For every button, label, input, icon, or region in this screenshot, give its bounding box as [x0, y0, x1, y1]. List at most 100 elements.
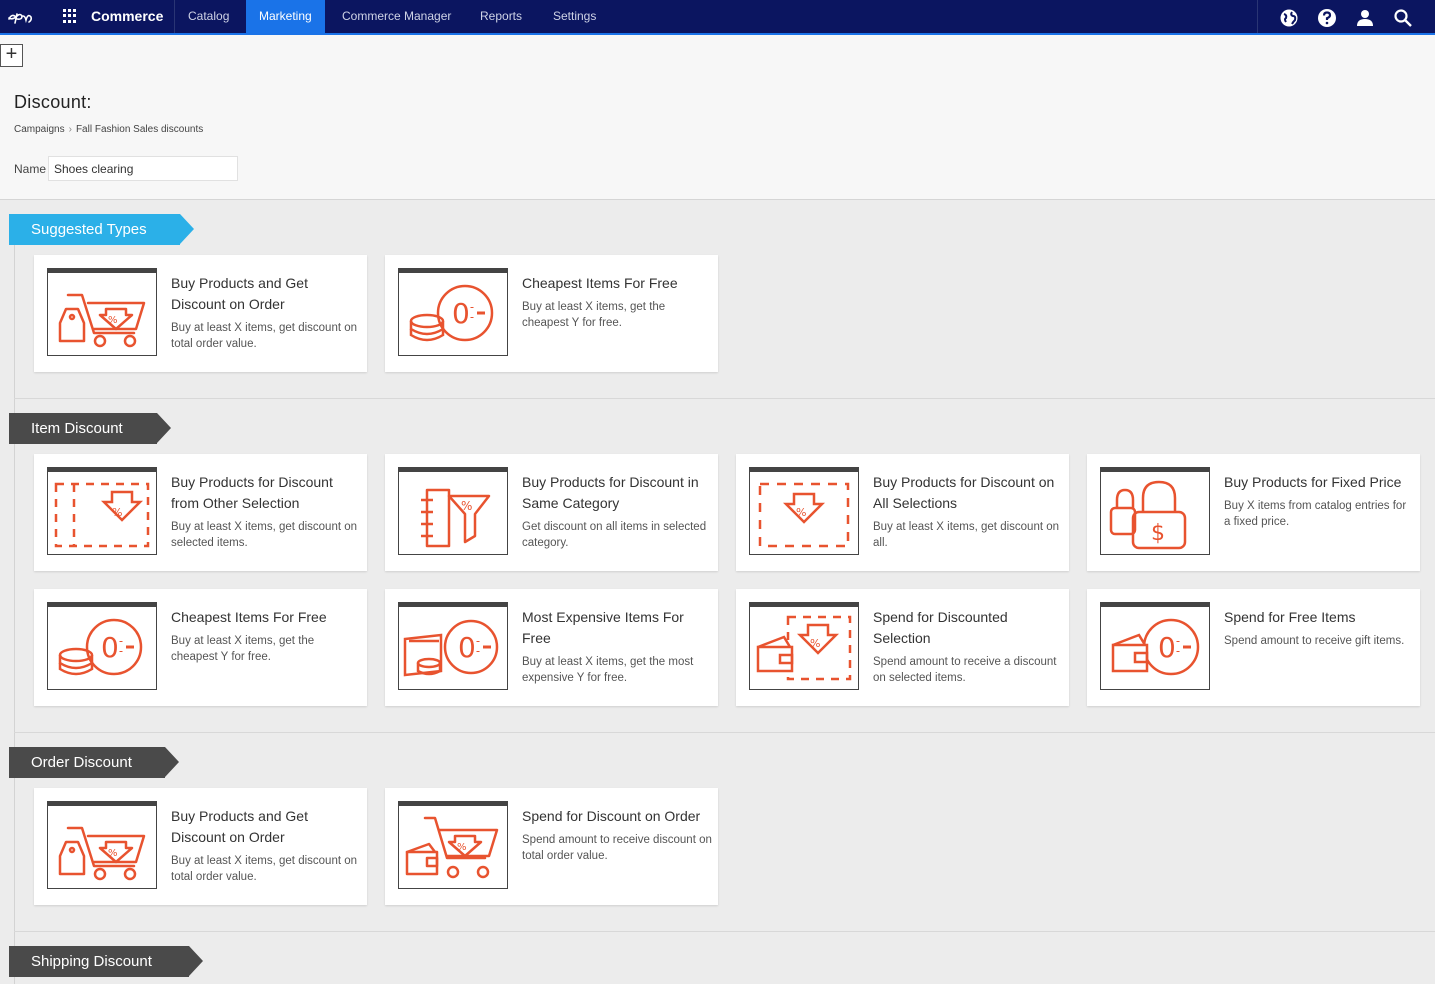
- card-thumbnail: %: [398, 467, 508, 555]
- svg-text:%: %: [796, 506, 806, 519]
- svg-text:%: %: [108, 315, 118, 326]
- add-button[interactable]: +: [0, 44, 23, 67]
- card-description: Buy at least X items, get discount on to…: [171, 322, 358, 350]
- nav-item-reports[interactable]: Reports: [467, 0, 535, 33]
- discount-type-card[interactable]: % Buy Products for Discount from Other S…: [34, 454, 367, 571]
- wallet-cart-icon: %: [405, 816, 499, 879]
- card-thumbnail: %: [398, 801, 508, 889]
- card-description: Buy at least X items, get the most expen…: [522, 656, 694, 684]
- svg-text:%: %: [457, 842, 467, 853]
- nav-item-commerce-manager[interactable]: Commerce Manager: [329, 0, 464, 33]
- card-title: Cheapest Items For Free: [171, 609, 327, 625]
- section-divider: [14, 398, 1435, 399]
- top-navigation-bar: Commerce Catalog Marketing Commerce Mana…: [0, 0, 1435, 35]
- card-thumbnail: %: [749, 467, 859, 555]
- card-title: Spend for Discount on Order: [522, 808, 701, 824]
- discount-type-card[interactable]: % Buy Products for Discount in Same Cate…: [385, 454, 718, 571]
- card-description: Spend amount to receive discount on tota…: [522, 834, 712, 862]
- card-description: Get discount on all items in selected ca…: [522, 521, 707, 549]
- nav-item-settings[interactable]: Settings: [540, 0, 609, 33]
- discount-type-card[interactable]: 0 Spend for Free Items Spend amount to r…: [1087, 589, 1420, 706]
- nav-item-catalog[interactable]: Catalog: [175, 0, 242, 33]
- svg-text:%: %: [810, 637, 820, 650]
- all-selection-percent-icon: %: [758, 482, 850, 548]
- page-title: Discount:: [14, 92, 92, 112]
- app-grid-icon[interactable]: [63, 9, 77, 23]
- svg-text:0: 0: [452, 297, 470, 330]
- svg-text:%: %: [461, 499, 472, 513]
- category-funnel-percent-icon: %: [421, 488, 491, 548]
- card-title: Buy Products for Fixed Price: [1224, 474, 1402, 490]
- chevron-right-icon: ›: [68, 124, 72, 135]
- discount-type-card[interactable]: % Spend for Discounted Selection Spend a…: [736, 589, 1069, 706]
- card-title: Most Expensive Items For Free: [522, 609, 684, 646]
- coins-zero-icon: 0: [409, 284, 494, 342]
- card-description: Spend amount to receive gift items.: [1224, 635, 1405, 647]
- svg-text:0: 0: [458, 631, 476, 664]
- card-title: Spend for Discounted Selection: [873, 609, 1008, 646]
- card-description: Buy at least X items, get the cheapest Y…: [171, 635, 315, 663]
- card-thumbnail: %: [47, 467, 157, 555]
- card-thumbnail: %: [47, 801, 157, 889]
- section-header-order-discount: Order Discount: [9, 747, 179, 778]
- discount-type-card[interactable]: 0 Most Expensive Items For Free Buy at l…: [385, 589, 718, 706]
- search-icon[interactable]: [1393, 8, 1413, 28]
- card-description: Spend amount to receive a discount on se…: [873, 656, 1057, 684]
- lock-dollar-icon: $: [1109, 480, 1187, 550]
- discount-type-card[interactable]: % Buy Products and Get Discount on Order…: [34, 788, 367, 905]
- globe-icon[interactable]: [1279, 8, 1299, 28]
- section-divider: [14, 732, 1435, 733]
- card-thumbnail: %: [47, 268, 157, 356]
- card-description: Buy at least X items, get discount on al…: [873, 521, 1060, 549]
- discount-type-card[interactable]: % Spend for Discount on Order Spend amou…: [385, 788, 718, 905]
- discount-header-panel: + Discount: Campaigns › Fall Fashion Sales…: [0, 35, 1435, 200]
- breadcrumb-item-campaigns[interactable]: Campaigns: [14, 124, 65, 135]
- card-thumbnail: 0: [398, 602, 508, 690]
- card-thumbnail: %: [749, 602, 859, 690]
- card-title: Buy Products for Discount in Same Catego…: [522, 474, 699, 511]
- card-description: Buy X items from catalog entries for a f…: [1224, 500, 1407, 528]
- card-thumbnail: 0: [398, 268, 508, 356]
- nav-item-marketing[interactable]: Marketing: [246, 0, 325, 33]
- section-header-item-discount: Item Discount: [9, 413, 171, 444]
- card-title: Cheapest Items For Free: [522, 275, 678, 291]
- help-icon[interactable]: [1317, 8, 1337, 28]
- section-divider: [14, 931, 1435, 932]
- cart-tag-percent-icon: %: [58, 293, 146, 348]
- card-thumbnail: 0: [47, 602, 157, 690]
- coins-zero-icon: 0: [58, 618, 143, 676]
- card-thumbnail: 0: [1100, 602, 1210, 690]
- svg-text:0: 0: [1158, 631, 1176, 664]
- card-title: Spend for Free Items: [1224, 609, 1356, 625]
- discount-type-card[interactable]: 0 Cheapest Items For Free Buy at least X…: [385, 255, 718, 372]
- section-header-shipping-discount: Shipping Discount: [9, 946, 203, 977]
- card-thumbnail: $: [1100, 467, 1210, 555]
- svg-text:%: %: [108, 848, 118, 859]
- episerver-logo-icon[interactable]: [4, 2, 46, 32]
- bills-zero-icon: 0: [403, 619, 499, 677]
- discount-type-card[interactable]: 0 Cheapest Items For Free Buy at least X…: [34, 589, 367, 706]
- svg-text:%: %: [112, 506, 122, 519]
- discount-type-card[interactable]: % Buy Products and Get Discount on Order…: [34, 255, 367, 372]
- wallet-zero-icon: 0: [1111, 618, 1200, 676]
- dashed-selection-percent-icon: %: [54, 482, 150, 548]
- svg-text:$: $: [1151, 521, 1165, 546]
- card-description: Buy at least X items, get discount on to…: [171, 855, 358, 883]
- content-left-border: [14, 236, 15, 984]
- card-title: Buy Products and Get Discount on Order: [171, 808, 308, 845]
- name-input[interactable]: [48, 156, 238, 181]
- section-header-suggested-types: Suggested Types: [9, 214, 194, 245]
- wallet-selection-icon: %: [756, 615, 852, 681]
- cart-tag-percent-icon: %: [58, 826, 146, 881]
- breadcrumb-item-current[interactable]: Fall Fashion Sales discounts: [76, 124, 203, 135]
- discount-type-card[interactable]: % Buy Products for Discount on All Selec…: [736, 454, 1069, 571]
- card-title: Buy Products for Discount on All Selecti…: [873, 474, 1055, 511]
- card-description: Buy at least X items, get the cheapest Y…: [522, 301, 666, 329]
- card-description: Buy at least X items, get discount on se…: [171, 521, 358, 549]
- nav-divider: [1257, 0, 1258, 33]
- discount-type-card[interactable]: $ Buy Products for Fixed Price Buy X ite…: [1087, 454, 1420, 571]
- breadcrumb: Campaigns › Fall Fashion Sales discounts: [14, 124, 203, 135]
- product-brand[interactable]: Commerce: [91, 8, 163, 24]
- card-title: Buy Products and Get Discount on Order: [171, 275, 308, 312]
- user-icon[interactable]: [1355, 8, 1375, 28]
